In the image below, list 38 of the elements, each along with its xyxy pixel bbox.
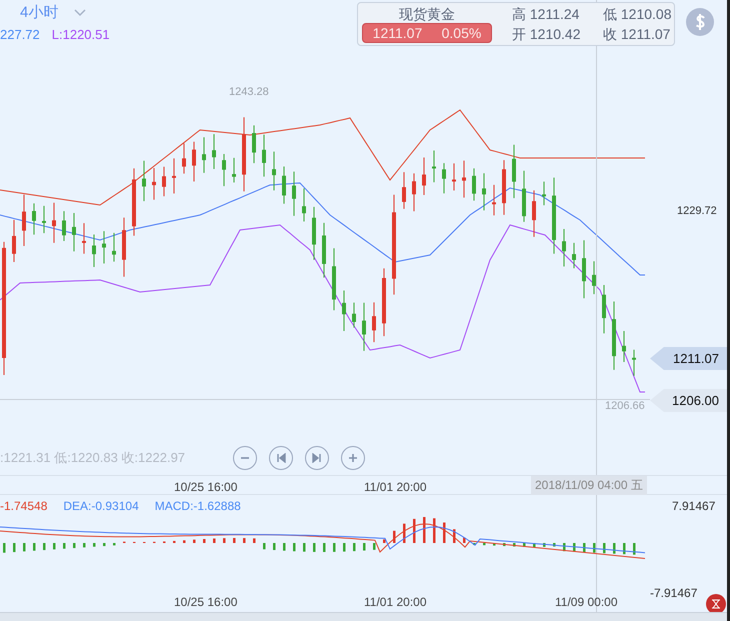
time-label: 11/01 20:00 — [364, 479, 427, 496]
quote-stat: 高 1211.24 — [512, 5, 579, 24]
period-selector[interactable]: 4小时 — [20, 2, 58, 24]
logo-icon[interactable] — [706, 594, 726, 614]
scrollbar-track[interactable] — [0, 612, 727, 621]
skip-forward-icon — [312, 453, 322, 463]
cursor-price-tag: 1206.00 — [650, 389, 727, 412]
time-label: 11/09 00:00 — [555, 594, 618, 611]
peak-price-label: 1243.28 — [229, 85, 269, 100]
instrument-name: 现货黄金 — [399, 5, 455, 23]
macd-max-label: 7.91467 — [672, 498, 716, 515]
time-label: 10/25 16:00 — [174, 594, 238, 611]
current-price: 1211.07 — [372, 24, 422, 42]
chevron-down-icon[interactable] — [74, 9, 86, 18]
plus-icon — [348, 453, 358, 463]
skip-back-icon — [276, 453, 286, 463]
price-axis-label: 1229.72 — [677, 204, 717, 219]
cursor-time-label: 2018/11/09 04:00 五 — [531, 476, 647, 495]
last-price-tag: 1211.07 — [650, 347, 727, 370]
time-label: 10/25 16:00 — [174, 479, 238, 496]
indicator-value: 227.72 — [0, 26, 40, 44]
skip-forward-button[interactable] — [305, 446, 329, 470]
quote-stat: 开 1210.42 — [512, 25, 579, 44]
low-price-label: 1206.66 — [605, 399, 645, 414]
macd-value: -1.74548 — [0, 498, 48, 515]
price-change: 0.05% — [442, 24, 482, 42]
zoom-out-button[interactable] — [233, 446, 257, 470]
macd-value: DEA:-0.93104 — [63, 498, 139, 515]
skip-back-button[interactable] — [269, 446, 293, 470]
macd-min-label: -7.91467 — [650, 585, 698, 602]
quote-stat: 收 1211.07 — [603, 25, 670, 44]
ohlc-readout: :1221.31 低:1220.83 收:1222.97 — [0, 449, 186, 468]
indicator-value: L:1220.51 — [52, 26, 110, 44]
dollar-icon[interactable] — [686, 8, 714, 36]
zoom-in-button[interactable] — [341, 446, 365, 470]
quote-stat: 低 1210.08 — [603, 5, 670, 24]
macd-value: MACD:-1.62888 — [154, 498, 241, 515]
time-label: 11/01 20:00 — [364, 594, 427, 611]
